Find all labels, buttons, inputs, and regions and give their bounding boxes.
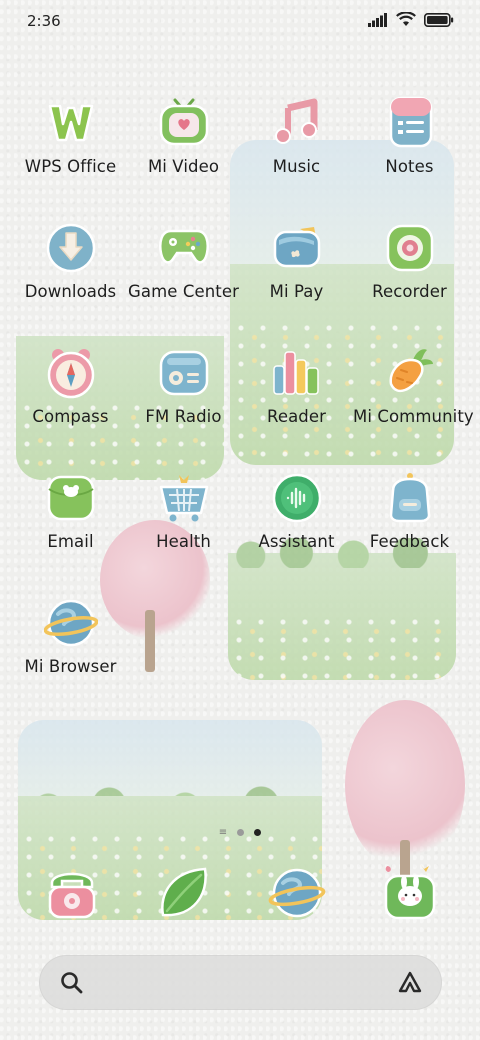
radio-icon bbox=[157, 346, 211, 400]
app-label: Game Center bbox=[127, 282, 239, 301]
app-label: WPS Office bbox=[24, 157, 117, 176]
phone-icon bbox=[48, 872, 96, 919]
download-arrow-icon bbox=[44, 221, 98, 275]
dock-camera[interactable] bbox=[380, 860, 440, 920]
app-label: Health bbox=[156, 532, 211, 551]
dock-phone[interactable] bbox=[42, 863, 102, 923]
app-label: Email bbox=[47, 532, 94, 551]
app-health[interactable]: Health bbox=[127, 471, 240, 581]
wps-office-icon bbox=[44, 96, 98, 150]
page-dot-active[interactable] bbox=[254, 829, 262, 836]
tree-trunk bbox=[145, 610, 155, 672]
app-downloads[interactable]: Downloads bbox=[14, 221, 127, 331]
app-label: Mi Community bbox=[353, 407, 474, 426]
app-label: Mi Browser bbox=[24, 657, 117, 676]
cellular-signal-icon bbox=[368, 12, 387, 27]
app-label: Notes bbox=[385, 157, 434, 176]
books-icon bbox=[270, 346, 324, 400]
app-label: Assistant bbox=[258, 532, 335, 551]
app-label: Feedback bbox=[369, 532, 450, 551]
app-label: Downloads bbox=[24, 282, 117, 301]
feed-page-icon[interactable]: ≡ bbox=[219, 828, 227, 838]
dock-messages[interactable] bbox=[155, 863, 215, 923]
app-recorder[interactable]: Recorder bbox=[353, 221, 466, 331]
search-bar[interactable] bbox=[39, 955, 442, 1010]
app-music[interactable]: Music bbox=[240, 96, 353, 206]
camera-bunny-icon bbox=[384, 864, 436, 920]
search-icon bbox=[61, 972, 83, 994]
status-time: 2:36 bbox=[27, 12, 61, 30]
app-email[interactable]: Email bbox=[14, 471, 127, 581]
planet-browser-icon bbox=[43, 596, 98, 650]
browser-planet-icon bbox=[268, 868, 326, 918]
battery-icon bbox=[424, 12, 454, 27]
basket-icon bbox=[157, 471, 211, 525]
assistant-voice-icon bbox=[270, 471, 324, 525]
backpack-icon bbox=[383, 471, 437, 525]
mi-video-icon bbox=[157, 96, 211, 150]
page-indicator[interactable]: ≡ bbox=[0, 828, 480, 838]
app-mi-video[interactable]: Mi Video bbox=[127, 96, 240, 206]
app-label: Mi Video bbox=[147, 157, 220, 176]
status-bar: 2:36 bbox=[0, 0, 480, 42]
app-mi-browser[interactable]: Mi Browser bbox=[14, 596, 127, 706]
app-compass[interactable]: Compass bbox=[14, 346, 127, 456]
app-mi-community[interactable]: Mi Community bbox=[353, 346, 474, 456]
recorder-icon bbox=[383, 221, 437, 275]
music-note-icon bbox=[270, 96, 324, 150]
carrot-icon bbox=[383, 346, 437, 400]
app-label: Recorder bbox=[372, 282, 447, 301]
app-fm-radio[interactable]: FM Radio bbox=[127, 346, 240, 456]
app-label: Reader bbox=[267, 407, 326, 426]
messages-leaf-icon bbox=[161, 867, 207, 917]
wifi-icon bbox=[396, 12, 416, 26]
app-label: Music bbox=[272, 157, 321, 176]
app-label: FM Radio bbox=[145, 407, 222, 426]
app-wps-office[interactable]: WPS Office bbox=[14, 96, 127, 206]
app-assistant[interactable]: Assistant bbox=[240, 471, 353, 581]
app-feedback[interactable]: Feedback bbox=[353, 471, 466, 581]
gamepad-icon bbox=[157, 221, 211, 275]
notes-icon bbox=[383, 96, 437, 150]
wallet-icon bbox=[270, 221, 324, 275]
compass-icon bbox=[44, 346, 98, 400]
app-label: Compass bbox=[32, 407, 109, 426]
app-reader[interactable]: Reader bbox=[240, 346, 353, 456]
app-game-center[interactable]: Game Center bbox=[127, 221, 240, 331]
app-notes[interactable]: Notes bbox=[353, 96, 466, 206]
page-dot[interactable] bbox=[237, 829, 245, 836]
ai-assistant-icon[interactable] bbox=[396, 969, 424, 997]
app-mi-pay[interactable]: Mi Pay bbox=[240, 221, 353, 331]
email-envelope-icon bbox=[44, 471, 98, 525]
dock-browser[interactable] bbox=[267, 863, 327, 923]
app-label: Mi Pay bbox=[269, 282, 324, 301]
